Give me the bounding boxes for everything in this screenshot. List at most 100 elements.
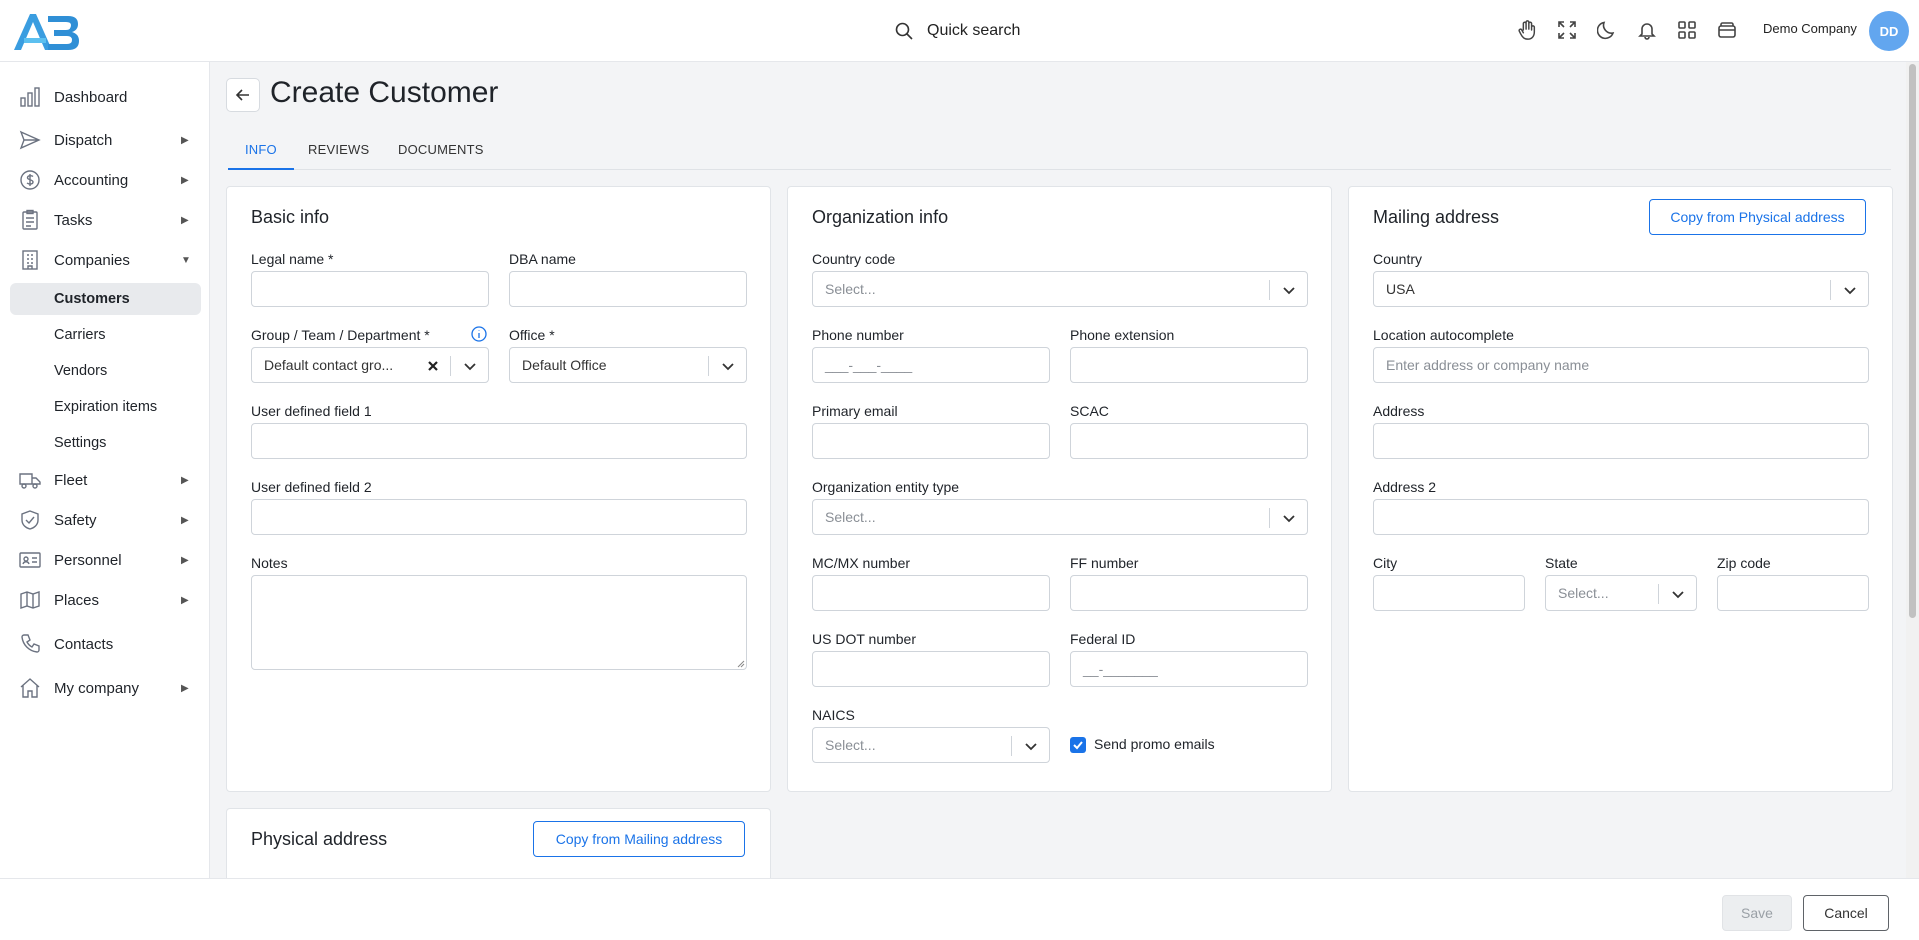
- save-button[interactable]: Save: [1722, 895, 1792, 931]
- select-placeholder: Select...: [825, 281, 876, 297]
- entity-type-label: Organization entity type: [812, 479, 960, 495]
- copy-from-physical-button[interactable]: Copy from Physical address: [1649, 199, 1866, 235]
- app-logo[interactable]: [12, 10, 80, 52]
- sidebar-subitem-expiration-items[interactable]: Expiration items: [10, 391, 201, 423]
- chevron-down-icon: [1842, 282, 1858, 298]
- city-field[interactable]: [1373, 575, 1525, 611]
- country-label: Country: [1373, 251, 1423, 267]
- sidebar-item-label: Tasks: [54, 211, 93, 229]
- select-divider: [450, 356, 451, 376]
- sidebar-item-dashboard[interactable]: Dashboard: [0, 79, 210, 115]
- sidebar-subitem-customers[interactable]: Customers: [10, 283, 201, 315]
- copy-from-mailing-button[interactable]: Copy from Mailing address: [533, 821, 745, 857]
- sidebar-item-label: Accounting: [54, 171, 129, 189]
- tab-info[interactable]: INFO: [228, 142, 294, 170]
- sidebar-item-places[interactable]: Places ▶: [0, 582, 210, 618]
- location-autocomplete-field[interactable]: Enter address or company name: [1373, 347, 1869, 383]
- resize-handle-icon[interactable]: [737, 660, 745, 668]
- page-title: Create Customer: [270, 76, 499, 109]
- home-icon: [19, 677, 41, 699]
- truck-icon: [19, 469, 41, 491]
- arrow-left-icon: [235, 87, 251, 103]
- usdot-field[interactable]: [812, 651, 1050, 687]
- mcmx-field[interactable]: [812, 575, 1050, 611]
- phone-extension-field[interactable]: [1070, 347, 1308, 383]
- sidebar-item-accounting[interactable]: Accounting ▶: [0, 162, 210, 198]
- search-icon: [895, 22, 913, 40]
- select-divider: [1269, 508, 1270, 528]
- scrollbar-thumb[interactable]: [1909, 64, 1916, 618]
- info-icon[interactable]: [471, 326, 487, 342]
- expand-arrow-icon: ▶: [181, 514, 189, 526]
- office-select[interactable]: Default Office: [509, 347, 747, 383]
- country-select[interactable]: USA: [1373, 271, 1869, 307]
- address2-field[interactable]: [1373, 499, 1869, 535]
- hand-icon[interactable]: [1514, 17, 1539, 42]
- udf1-field[interactable]: [251, 423, 747, 459]
- avatar[interactable]: DD: [1869, 11, 1909, 51]
- sidebar-item-contacts[interactable]: Contacts: [0, 626, 210, 662]
- phone-field[interactable]: ___-___-____: [812, 347, 1050, 383]
- send-promo-checkbox[interactable]: [1070, 737, 1086, 753]
- sidebar-subitem-carriers[interactable]: Carriers: [10, 319, 201, 351]
- sidebar-item-fleet[interactable]: Fleet ▶: [0, 462, 210, 498]
- legal-name-label: Legal name *: [251, 251, 334, 267]
- tab-reviews[interactable]: REVIEWS: [291, 142, 386, 170]
- apps-grid-icon[interactable]: [1674, 17, 1699, 42]
- chevron-down-icon: [720, 358, 736, 374]
- select-divider: [1658, 584, 1659, 604]
- send-promo-label[interactable]: Send promo emails: [1094, 736, 1215, 752]
- naics-select[interactable]: Select...: [812, 727, 1050, 763]
- group-select[interactable]: Default contact gro...: [251, 347, 489, 383]
- scac-label: SCAC: [1070, 403, 1109, 419]
- expand-arrow-icon: ▶: [181, 134, 189, 146]
- legal-name-field[interactable]: [251, 271, 489, 307]
- sidebar-item-safety[interactable]: Safety ▶: [0, 502, 210, 538]
- tab-documents[interactable]: DOCUMENTS: [381, 142, 501, 170]
- wallet-icon[interactable]: [1714, 17, 1739, 42]
- company-name[interactable]: Demo Company: [1763, 21, 1857, 36]
- clear-icon[interactable]: [426, 359, 440, 373]
- scac-field[interactable]: [1070, 423, 1308, 459]
- expand-arrow-icon: ▶: [181, 214, 189, 226]
- sidebar-subitem-vendors[interactable]: Vendors: [10, 355, 201, 387]
- sidebar-item-dispatch[interactable]: Dispatch ▶: [0, 122, 210, 158]
- state-select[interactable]: Select...: [1545, 575, 1697, 611]
- sidebar-item-tasks[interactable]: Tasks ▶: [0, 202, 210, 238]
- entity-type-select[interactable]: Select...: [812, 499, 1308, 535]
- sidebar-item-companies[interactable]: Companies ▼: [0, 242, 210, 278]
- address-field[interactable]: [1373, 423, 1869, 459]
- collapse-arrow-icon: ▼: [181, 254, 191, 266]
- city-label: City: [1373, 555, 1398, 571]
- shield-icon: [19, 509, 41, 531]
- ff-number-field[interactable]: [1070, 575, 1308, 611]
- organization-info-card: Organization info Country code Select...…: [787, 186, 1332, 792]
- udf2-label: User defined field 2: [251, 479, 372, 495]
- sidebar-subitem-settings[interactable]: Settings: [10, 427, 201, 459]
- send-icon: [19, 129, 41, 151]
- dollar-icon: [19, 169, 41, 191]
- cancel-button[interactable]: Cancel: [1803, 895, 1889, 931]
- fullscreen-icon[interactable]: [1554, 17, 1579, 42]
- sidebar-item-my-company[interactable]: My company ▶: [0, 670, 210, 706]
- sidebar-item-label: Companies: [54, 251, 130, 269]
- zip-code-field[interactable]: [1717, 575, 1869, 611]
- bell-icon[interactable]: [1634, 17, 1659, 42]
- dba-name-field[interactable]: [509, 271, 747, 307]
- sidebar-item-label: Dispatch: [54, 131, 113, 149]
- primary-email-field[interactable]: [812, 423, 1050, 459]
- page-scrollbar[interactable]: [1906, 62, 1919, 878]
- primary-email-label: Primary email: [812, 403, 898, 419]
- quick-search[interactable]: Quick search: [895, 16, 1020, 46]
- top-bar: Quick search Demo Company DD: [0, 0, 1919, 62]
- sidebar-item-personnel[interactable]: Personnel ▶: [0, 542, 210, 578]
- notes-textarea[interactable]: [251, 575, 747, 670]
- udf2-field[interactable]: [251, 499, 747, 535]
- sidebar: Dashboard Dispatch ▶ Accounting ▶ Tasks …: [0, 62, 210, 878]
- back-button[interactable]: [226, 78, 260, 112]
- office-select-value: Default Office: [522, 357, 607, 373]
- federal-id-field[interactable]: __-_______: [1070, 651, 1308, 687]
- chevron-down-icon: [1023, 738, 1039, 754]
- country-code-select[interactable]: Select...: [812, 271, 1308, 307]
- moon-icon[interactable]: [1594, 17, 1619, 42]
